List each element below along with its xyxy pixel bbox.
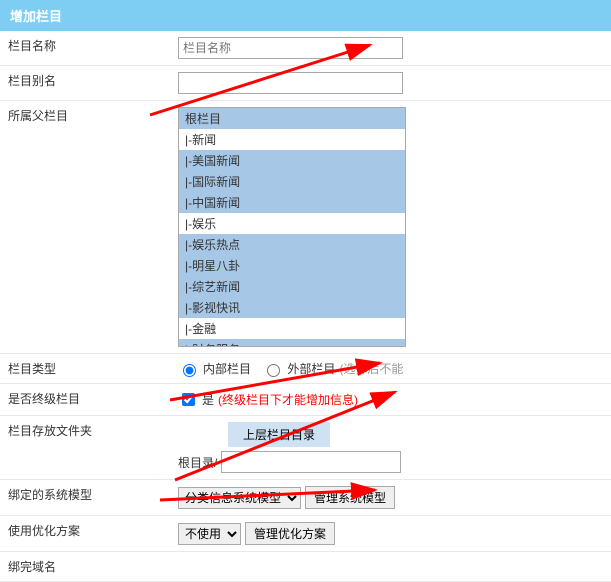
list-item[interactable]: |-中国新闻 — [179, 192, 405, 213]
folder-parent-dir-button[interactable]: 上层栏目目录 — [228, 422, 330, 447]
list-item[interactable]: |-综艺新闻 — [179, 276, 405, 297]
form-table: 栏目名称 栏目别名 所属父栏目 根栏目|-新闻 |-美国新闻 |-国际新闻 |-… — [0, 31, 611, 582]
alias-input[interactable] — [178, 72, 403, 94]
type-internal-label: 内部栏目 — [203, 360, 251, 377]
list-item[interactable]: |-新闻 — [179, 129, 405, 150]
list-item[interactable]: |-明星八卦 — [179, 255, 405, 276]
label-parent: 所属父栏目 — [0, 101, 170, 354]
list-item[interactable]: |-美国新闻 — [179, 150, 405, 171]
list-item[interactable]: |-影视快讯 — [179, 297, 405, 318]
type-internal-radio[interactable] — [183, 364, 196, 377]
list-item[interactable]: |-娱乐热点 — [179, 234, 405, 255]
label-name: 栏目名称 — [0, 31, 170, 66]
optimize-select[interactable]: 不使用 — [178, 523, 241, 545]
label-optimize: 使用优化方案 — [0, 516, 170, 552]
type-hint: (选择后不能 — [339, 360, 403, 377]
list-item[interactable]: |-金融 — [179, 318, 405, 339]
list-item[interactable]: |-娱乐 — [179, 213, 405, 234]
final-yes: 是 — [202, 391, 214, 408]
label-folder: 栏目存放文件夹 — [0, 416, 170, 480]
list-item[interactable]: 根栏目 — [179, 108, 405, 129]
label-alias: 栏目别名 — [0, 66, 170, 101]
manage-optimize-button[interactable]: 管理优化方案 — [245, 522, 335, 545]
list-item[interactable]: |-财务服务 — [179, 339, 405, 347]
label-final: 是否终级栏目 — [0, 384, 170, 416]
manage-model-button[interactable]: 管理系统模型 — [305, 486, 395, 509]
label-domain: 绑完域名 — [0, 552, 170, 582]
name-input[interactable] — [178, 37, 403, 59]
label-model: 绑定的系统模型 — [0, 480, 170, 516]
list-item[interactable]: |-国际新闻 — [179, 171, 405, 192]
page-title: 增加栏目 — [0, 0, 611, 31]
model-select[interactable]: 分类信息系统模型 — [178, 487, 301, 509]
type-external-label: 外部栏目 — [287, 360, 335, 377]
type-external-radio[interactable] — [267, 364, 280, 377]
parent-listbox[interactable]: 根栏目|-新闻 |-美国新闻 |-国际新闻 |-中国新闻|-娱乐 |-娱乐热点 … — [178, 107, 406, 347]
final-hint: (终级栏目下才能增加信息) — [218, 391, 358, 408]
folder-prefix: 根目录/ — [178, 454, 217, 471]
folder-input[interactable] — [221, 451, 401, 473]
final-checkbox[interactable] — [182, 393, 195, 406]
label-type: 栏目类型 — [0, 354, 170, 384]
